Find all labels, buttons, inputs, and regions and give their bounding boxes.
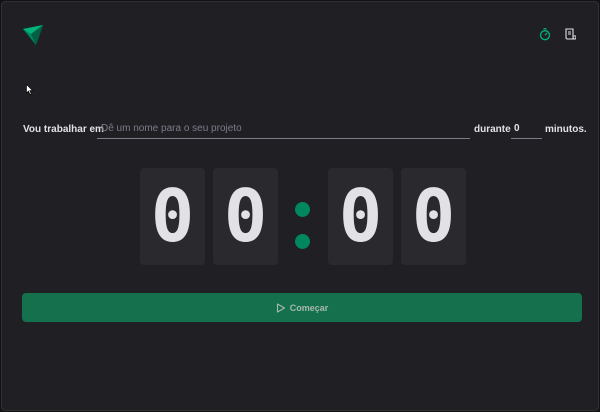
app-window: Vou trabalhar em durante minutos. 0 0 0 … [1,1,599,411]
scroll-icon [565,28,576,40]
countdown-separator [286,168,320,265]
start-countdown-button[interactable]: Começar [22,293,582,322]
mouse-cursor-icon [26,84,34,95]
task-label: Vou trabalhar em [23,124,104,135]
countdown-minutes-units: 0 [213,168,278,265]
play-icon [276,302,286,313]
countdown-display: 0 0 0 0 [140,168,466,265]
countdown-seconds-units: 0 [401,168,466,265]
minutes-amount-input[interactable] [511,118,542,139]
timer-icon [539,27,551,40]
task-input[interactable] [97,118,470,139]
timer-nav-button[interactable] [537,26,553,42]
countdown-minutes-tens: 0 [140,168,205,265]
start-button-label: Começar [289,302,329,313]
timer-logo-icon [23,25,43,45]
separator-dot-top [295,202,310,217]
history-nav-button[interactable] [562,26,578,42]
during-label: durante [474,124,511,135]
minutes-label: minutos. [545,124,587,135]
task-form: Vou trabalhar em durante minutos. [23,118,587,142]
separator-dot-bottom [295,234,310,249]
countdown-seconds-tens: 0 [328,168,393,265]
